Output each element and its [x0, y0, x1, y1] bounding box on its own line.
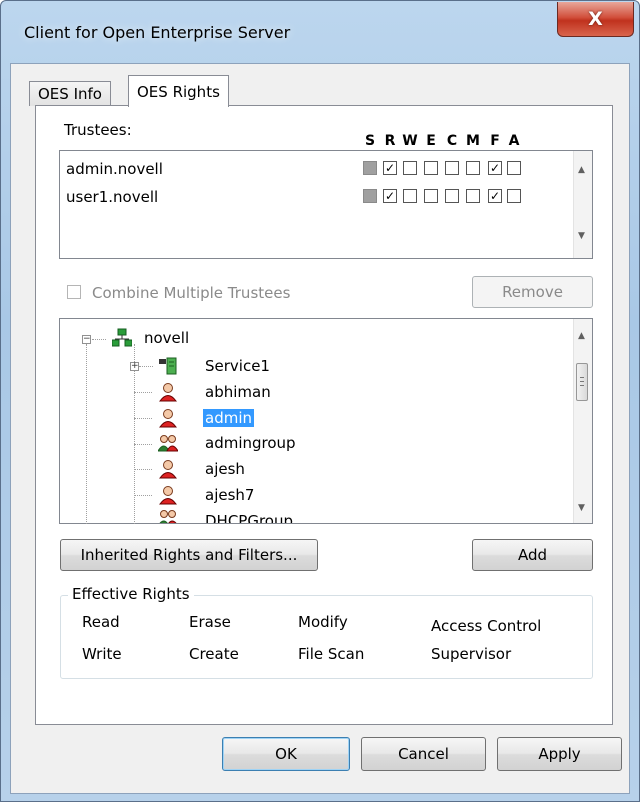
- right-checkbox-e[interactable]: [424, 189, 438, 203]
- rights-header-e: E: [426, 133, 436, 149]
- user-icon: [159, 486, 177, 505]
- effective-rights-title: Effective Rights: [68, 585, 194, 603]
- user-icon: [159, 460, 177, 479]
- trustee-row-1[interactable]: user1.novell: [66, 188, 158, 206]
- right-checkbox-c[interactable]: [445, 161, 459, 175]
- tree-scrollbar[interactable]: ▲ ▼: [573, 319, 592, 523]
- scroll-thumb[interactable]: [576, 363, 588, 401]
- right-checkbox-f[interactable]: ✓: [488, 161, 502, 175]
- tree-item-admingroup[interactable]: admingroup: [205, 433, 296, 453]
- right-create: Create: [189, 645, 239, 663]
- close-icon: X: [588, 8, 603, 30]
- right-erase: Erase: [189, 613, 231, 631]
- combine-trustees-checkbox[interactable]: [67, 285, 81, 299]
- tree-item-abhiman[interactable]: abhiman: [205, 382, 271, 402]
- tab-label: OES Info: [38, 85, 102, 103]
- server-icon: [159, 357, 177, 375]
- tree-item-admin[interactable]: admin: [203, 408, 254, 428]
- tree-org-icon: [112, 328, 132, 347]
- right-checkbox-w[interactable]: [403, 161, 417, 175]
- right-checkbox-s[interactable]: [363, 189, 377, 203]
- right-checkbox-r[interactable]: ✓: [383, 189, 397, 203]
- window-title: Client for Open Enterprise Server: [24, 23, 291, 42]
- tab-label: OES Rights: [137, 82, 220, 101]
- right-access-control: Access Control: [431, 617, 542, 635]
- tree-item-service1[interactable]: Service1: [205, 356, 270, 376]
- trustees-scrollbar[interactable]: ▲ ▼: [573, 151, 592, 258]
- scroll-up-icon[interactable]: ▲: [578, 165, 585, 175]
- cancel-button[interactable]: Cancel: [361, 737, 486, 771]
- right-read: Read: [82, 613, 120, 631]
- rights-header-m: M: [466, 133, 480, 149]
- tree-root-novell[interactable]: novell: [144, 328, 189, 348]
- right-write: Write: [82, 645, 122, 663]
- rights-header-w: W: [402, 133, 418, 149]
- title-bar[interactable]: Client for Open Enterprise Server X: [1, 1, 639, 63]
- scroll-down-icon[interactable]: ▼: [578, 503, 585, 513]
- rights-header-c: C: [446, 133, 458, 149]
- remove-button[interactable]: Remove: [472, 276, 593, 308]
- effective-rights-group: [60, 595, 593, 679]
- right-checkbox-e[interactable]: [424, 161, 438, 175]
- tree-expand-icon[interactable]: +: [130, 362, 139, 371]
- rights-header-a: A: [508, 133, 520, 149]
- directory-tree[interactable]: ▲ ▼: [59, 318, 593, 524]
- right-checkbox-a[interactable]: [507, 161, 521, 175]
- right-file-scan: File Scan: [298, 645, 365, 663]
- rights-header-f: F: [490, 133, 500, 149]
- tree-item-ajesh7[interactable]: ajesh7: [205, 485, 254, 505]
- right-checkbox-s[interactable]: [363, 161, 377, 175]
- tree-item-clipped: DHCPGroup: [150, 508, 350, 523]
- user-icon: [159, 409, 177, 428]
- tree-item-label-selected: admin: [203, 409, 254, 427]
- right-checkbox-r[interactable]: ✓: [383, 161, 397, 175]
- group-icon: [159, 510, 177, 523]
- right-checkbox-w[interactable]: [403, 189, 417, 203]
- tree-item-ajesh[interactable]: ajesh: [205, 459, 245, 479]
- tab-oes-info[interactable]: OES Info: [29, 81, 111, 106]
- right-checkbox-a[interactable]: [507, 189, 521, 203]
- right-checkbox-m[interactable]: [466, 189, 480, 203]
- right-checkbox-f[interactable]: ✓: [488, 189, 502, 203]
- tab-oes-rights[interactable]: OES Rights: [128, 75, 229, 107]
- user-icon: [159, 383, 177, 402]
- combine-trustees-label: Combine Multiple Trustees: [92, 284, 291, 302]
- scroll-down-icon[interactable]: ▼: [578, 231, 585, 241]
- tree-collapse-icon[interactable]: −: [82, 335, 91, 344]
- tree-item-dhcpgroup[interactable]: DHCPGroup: [205, 511, 293, 523]
- right-modify: Modify: [298, 613, 348, 631]
- rights-header-r: R: [384, 133, 396, 149]
- apply-button[interactable]: Apply: [497, 737, 622, 771]
- group-icon: [158, 435, 178, 452]
- ok-button[interactable]: OK: [222, 737, 350, 771]
- right-checkbox-c[interactable]: [445, 189, 459, 203]
- scroll-up-icon[interactable]: ▲: [578, 331, 585, 341]
- close-button[interactable]: X: [557, 2, 634, 37]
- trustees-label: Trustees:: [64, 121, 132, 139]
- right-checkbox-m[interactable]: [466, 161, 480, 175]
- add-button[interactable]: Add: [472, 539, 593, 571]
- inherited-rights-button[interactable]: Inherited Rights and Filters...: [60, 539, 318, 571]
- rights-header-s: S: [364, 133, 376, 149]
- trustee-row-0[interactable]: admin.novell: [66, 160, 163, 178]
- right-supervisor: Supervisor: [431, 645, 512, 663]
